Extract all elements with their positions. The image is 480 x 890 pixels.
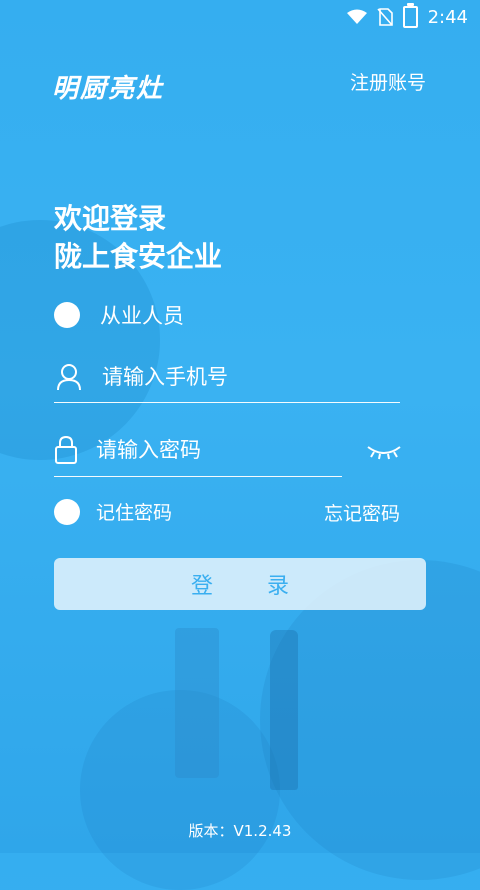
user-icon	[54, 362, 84, 392]
phone-input[interactable]	[100, 364, 364, 390]
welcome-line-2: 陇上食安企业	[54, 240, 223, 273]
welcome-heading: 欢迎登录 陇上食安企业	[54, 200, 222, 276]
version-text: 版本：V1.2.43	[188, 822, 292, 840]
app-logo: 明厨亮灶	[52, 74, 165, 104]
remember-password-label: 记住密码	[96, 502, 173, 524]
phone-field[interactable]	[54, 352, 400, 403]
register-account-link[interactable]: 注册账号	[350, 68, 426, 95]
login-button[interactable]: 登录	[54, 558, 426, 610]
battery-charging-icon	[402, 3, 418, 28]
welcome-line-1: 欢迎登录	[54, 202, 167, 235]
role-label: 从业人员	[100, 304, 184, 328]
password-field[interactable]	[54, 424, 358, 477]
password-input[interactable]	[94, 437, 358, 463]
password-visibility-toggle-icon[interactable]	[366, 443, 402, 461]
role-option-row[interactable]: 从业人员	[54, 300, 184, 330]
background-oil-bottle-shape	[270, 630, 298, 790]
background-pepper-grinder-shape	[175, 628, 219, 778]
role-radio[interactable]	[54, 302, 80, 328]
wifi-icon	[346, 9, 367, 24]
lock-icon	[54, 435, 78, 465]
forgot-password-link[interactable]: 忘记密码	[324, 499, 400, 526]
remember-password-row[interactable]: 记住密码	[54, 498, 172, 525]
no-sim-icon	[376, 8, 393, 26]
remember-password-checkbox[interactable]	[54, 498, 80, 525]
status-bar: 2:44	[0, 0, 480, 32]
status-time: 2:44	[427, 6, 468, 28]
